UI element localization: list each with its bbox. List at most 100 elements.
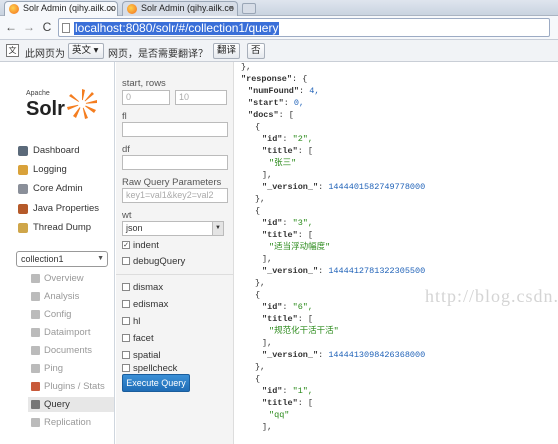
raw-params-input[interactable]: key1=val1&key2=val2 (122, 188, 228, 203)
dismax-checkbox[interactable]: dismax (122, 282, 163, 293)
wt-select[interactable]: json ▼ (122, 221, 224, 236)
json-line: "张三" (269, 158, 297, 168)
logo-solr-text: Solr (26, 98, 65, 120)
core-item-dataimport[interactable]: Dataimport (28, 325, 114, 340)
thread-dump-icon (18, 223, 28, 233)
solr-sun-icon (67, 89, 97, 119)
json-line: ], (262, 422, 273, 432)
rows-input[interactable]: 10 (175, 90, 227, 105)
core-selector-value: collection1 (21, 254, 64, 264)
chevron-down-icon: ▼ (97, 255, 104, 262)
query-icon (31, 400, 40, 409)
documents-icon (31, 346, 40, 355)
sidebar-item-logging[interactable]: Logging (18, 163, 67, 177)
reload-icon[interactable]: C (40, 20, 54, 34)
core-item-plugins-stats[interactable]: Plugins / Stats (28, 379, 114, 394)
debugquery-checkbox[interactable]: debugQuery (122, 256, 185, 267)
core-item-label: Config (44, 309, 72, 320)
solr-logo[interactable]: Apache Solr (22, 84, 102, 128)
no-translate-button[interactable]: 否 (247, 43, 265, 59)
language-select[interactable]: 英文 ▾ (68, 43, 104, 59)
json-line: { (255, 290, 261, 300)
json-line: "qq" (269, 410, 290, 420)
page-icon (62, 23, 70, 33)
json-line: "_version_": 1444413098426368000 (262, 350, 426, 360)
core-item-config[interactable]: Config (28, 307, 114, 322)
core-selector[interactable]: collection1 ▼ (16, 251, 108, 267)
core-admin-icon (18, 184, 28, 194)
execute-query-button[interactable]: Execute Query (122, 374, 190, 392)
indent-checkbox[interactable]: ✓ indent (122, 240, 159, 251)
watermark-text: http://blog.csdn.net/ (425, 286, 558, 306)
df-input[interactable] (122, 155, 228, 170)
json-line: "title": [ (262, 314, 314, 324)
back-arrow-icon[interactable]: ← (4, 20, 18, 34)
address-bar-row: ← → C localhost:8080/solr/#/collection1/… (0, 16, 558, 40)
json-line: }, (255, 278, 266, 288)
json-line: "numFound": 4, (248, 86, 320, 96)
sidebar-item-label: Thread Dump (33, 222, 92, 233)
core-item-replication[interactable]: Replication (28, 415, 114, 430)
json-line: { (255, 374, 261, 384)
divider (116, 274, 233, 275)
close-tab-icon[interactable]: × (229, 3, 234, 13)
close-tab-icon[interactable]: × (109, 3, 114, 13)
json-line: ], (262, 338, 273, 348)
logging-icon (18, 165, 28, 175)
translate-icon: 文 (6, 44, 19, 57)
json-line: { (255, 122, 261, 132)
json-line: "id": "2", (262, 134, 314, 144)
core-item-query[interactable]: Query (28, 397, 114, 412)
translate-question: 网页，是否需要翻译？ (108, 49, 208, 60)
forward-arrow-icon[interactable]: → (22, 20, 36, 34)
checkbox-checked: ✓ (122, 241, 130, 249)
fl-input[interactable] (122, 122, 228, 137)
tab-solr-admin-2[interactable]: Solr Admin (qihy.ailk.co × (122, 1, 238, 16)
core-item-ping[interactable]: Ping (28, 361, 114, 376)
sidebar-item-thread-dump[interactable]: Thread Dump (18, 221, 91, 235)
edismax-checkbox[interactable]: edismax (122, 299, 168, 310)
address-input[interactable]: localhost:8080/solr/#/collection1/query (58, 18, 550, 37)
hl-checkbox[interactable]: hl (122, 316, 140, 327)
translate-button[interactable]: 翻译 (213, 43, 241, 59)
fl-label: fl (122, 111, 127, 122)
start-rows-label: start, rows (122, 78, 166, 89)
json-line: "_version_": 1444412781322305500 (262, 266, 426, 276)
core-item-overview[interactable]: Overview (28, 271, 114, 286)
core-item-analysis[interactable]: Analysis (28, 289, 114, 304)
json-line: "id": "6", (262, 302, 314, 312)
translate-prefix: 此网页为 (25, 49, 65, 60)
core-item-label: Query (44, 399, 70, 410)
solr-sidebar: Apache Solr Dashboard Logging Core Admin… (0, 62, 115, 444)
sidebar-item-label: Java Properties (33, 203, 100, 214)
dataimport-icon (31, 328, 40, 337)
raw-params-label: Raw Query Parameters (122, 177, 222, 188)
tab-solr-admin-1[interactable]: Solr Admin (qihy.ailk.co × (4, 1, 118, 16)
json-line: "docs": [ (248, 110, 294, 120)
core-item-label: Replication (44, 417, 91, 428)
json-line: "start": 0, (248, 98, 305, 108)
tab-title: Solr Admin (qihy.ailk.co (141, 3, 234, 13)
json-line: "_version_": 1444401582749778000 (262, 182, 426, 192)
sidebar-item-label: Dashboard (33, 145, 80, 156)
facet-checkbox[interactable]: facet (122, 333, 154, 344)
json-line: }, (241, 62, 252, 72)
new-tab-button[interactable] (242, 3, 256, 14)
core-item-label: Dataimport (44, 327, 91, 338)
json-line: ], (262, 170, 273, 180)
spatial-checkbox[interactable]: spatial (122, 350, 160, 361)
config-icon (31, 310, 40, 319)
java-icon (18, 204, 28, 214)
sidebar-item-core-admin[interactable]: Core Admin (18, 182, 83, 196)
core-item-label: Documents (44, 345, 93, 356)
json-line: ], (262, 254, 273, 264)
sidebar-item-java-properties[interactable]: Java Properties (18, 202, 99, 216)
core-item-label: Plugins / Stats (44, 381, 105, 392)
json-line: }, (255, 194, 266, 204)
wt-value: json (126, 223, 143, 233)
sidebar-item-dashboard[interactable]: Dashboard (18, 144, 79, 158)
spellcheck-checkbox[interactable]: spellcheck (122, 363, 177, 374)
start-input[interactable]: 0 (122, 90, 170, 105)
json-line: "适当浮动幅度" (269, 242, 331, 252)
core-item-documents[interactable]: Documents (28, 343, 114, 358)
